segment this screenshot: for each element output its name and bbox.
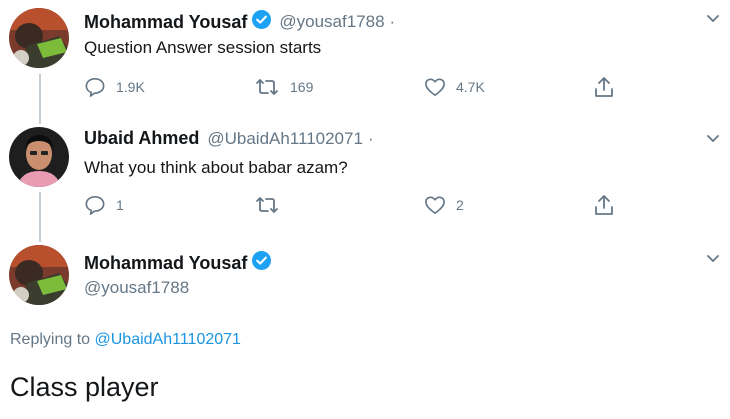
thread-line-2 bbox=[39, 192, 41, 242]
chevron-down-icon[interactable] bbox=[706, 14, 720, 24]
separator-dot: · bbox=[367, 128, 374, 148]
retweet-count: 169 bbox=[290, 79, 314, 95]
like-button[interactable]: 2 bbox=[424, 195, 464, 215]
reply-count: 1 bbox=[116, 197, 124, 213]
chevron-down-icon[interactable] bbox=[706, 254, 720, 264]
avatar-mohammad-yousaf[interactable] bbox=[9, 8, 69, 68]
like-icon bbox=[425, 78, 445, 96]
author-handle[interactable]: @UbaidAh11102071 bbox=[207, 129, 363, 149]
avatar-mohammad-yousaf[interactable] bbox=[9, 245, 69, 305]
tweet-text: Question Answer session starts bbox=[84, 38, 322, 57]
like-icon bbox=[425, 196, 445, 214]
replying-to: Replying to @UbaidAh11102071 bbox=[10, 331, 241, 349]
author-name[interactable]: Mohammad Yousaf bbox=[84, 12, 247, 33]
share-icon[interactable] bbox=[594, 194, 614, 216]
replying-to-handle-link[interactable]: @UbaidAh11102071 bbox=[95, 331, 241, 348]
verified-badge-icon bbox=[252, 251, 272, 275]
verified-badge-icon bbox=[252, 10, 272, 34]
retweet-button[interactable] bbox=[254, 195, 290, 215]
reply-button[interactable]: 1 bbox=[84, 195, 124, 215]
reply-button[interactable]: 1.9K bbox=[84, 77, 145, 97]
thread-line-1 bbox=[39, 74, 41, 124]
author-name[interactable]: Mohammad Yousaf bbox=[84, 253, 247, 274]
avatar-ubaid-ahmed[interactable] bbox=[9, 127, 69, 187]
like-count: 4.7K bbox=[456, 79, 485, 95]
retweet-icon bbox=[256, 79, 278, 95]
author-handle[interactable]: @yousaf1788 bbox=[84, 278, 189, 298]
retweet-icon bbox=[256, 197, 278, 213]
separator-dot: · bbox=[389, 12, 396, 31]
author-name[interactable]: Ubaid Ahmed bbox=[84, 128, 199, 149]
like-button[interactable]: 4.7K bbox=[424, 77, 485, 97]
reply-icon bbox=[85, 78, 105, 97]
tweet-text: Class player bbox=[10, 372, 159, 402]
tweet-text: What you think about babar azam? bbox=[84, 158, 348, 177]
reply-count: 1.9K bbox=[116, 79, 145, 95]
like-count: 2 bbox=[456, 197, 464, 213]
retweet-button[interactable]: 169 bbox=[254, 77, 313, 97]
reply-icon bbox=[85, 196, 105, 215]
share-icon[interactable] bbox=[594, 76, 614, 98]
chevron-down-icon[interactable] bbox=[706, 134, 720, 144]
replying-to-label: Replying to bbox=[10, 331, 95, 348]
author-handle[interactable]: @yousaf1788 bbox=[279, 12, 384, 32]
